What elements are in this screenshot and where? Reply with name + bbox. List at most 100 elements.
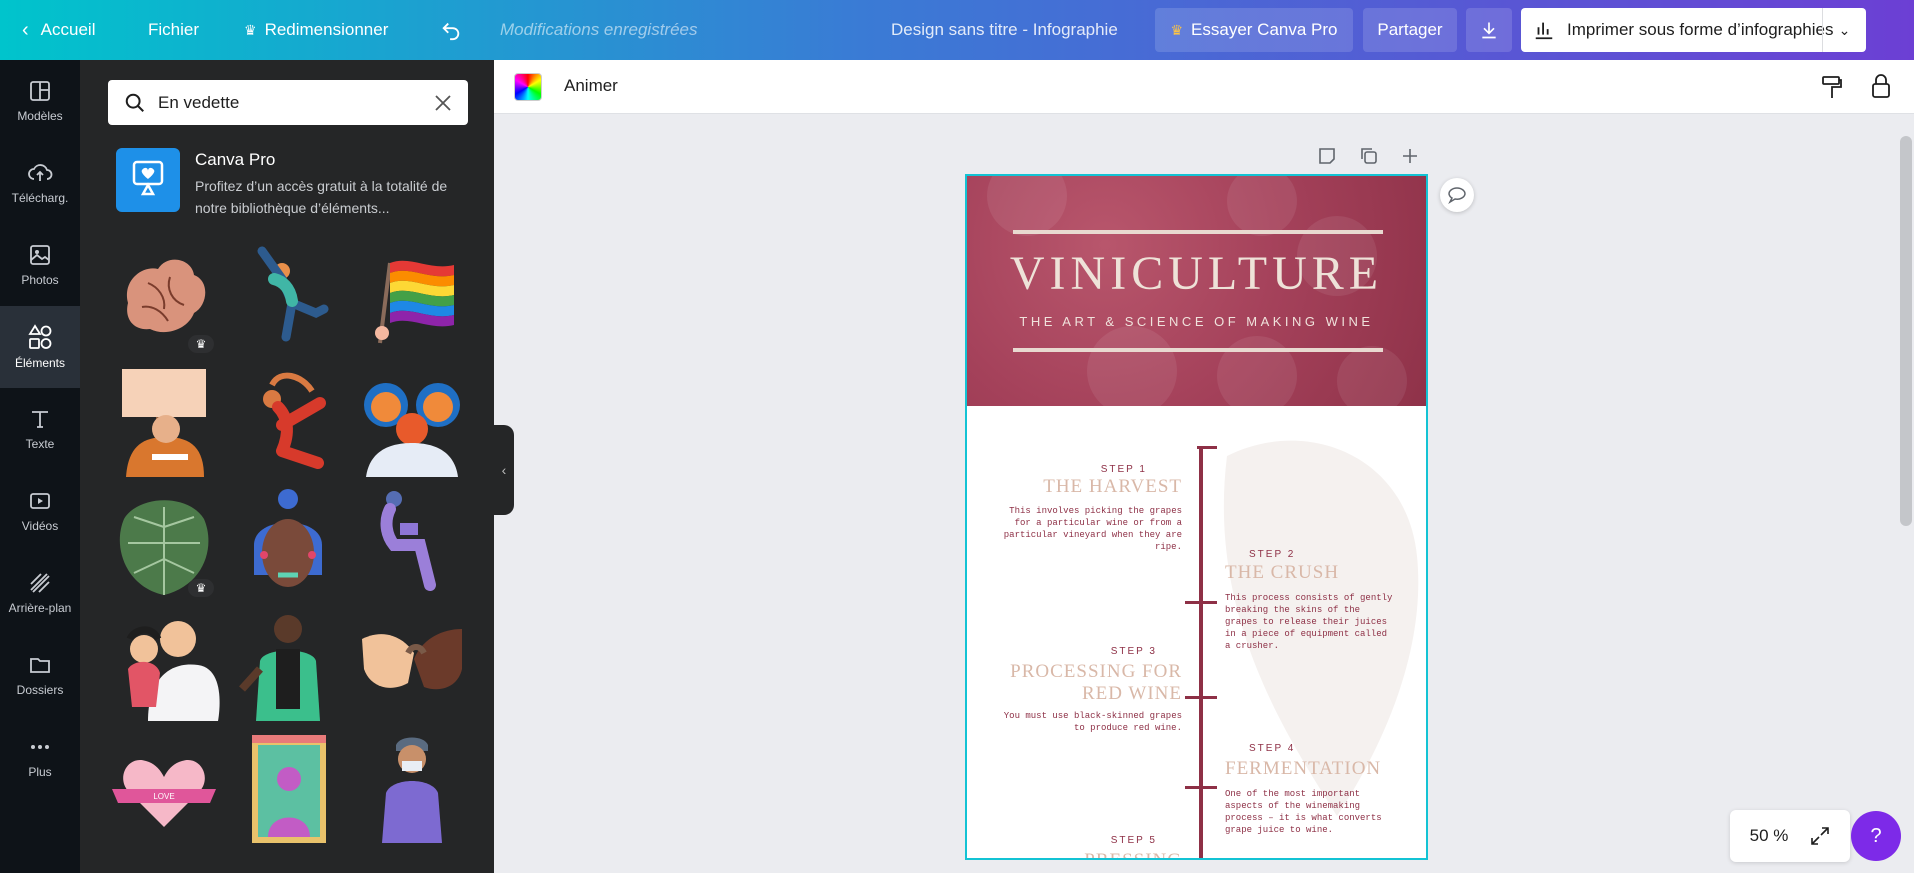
rail-item-more[interactable]: Plus bbox=[0, 716, 80, 798]
rail-item-templates[interactable]: Modèles bbox=[0, 60, 80, 142]
step-label[interactable]: STEP 5 bbox=[1007, 835, 1157, 846]
grape-decoration bbox=[987, 176, 1067, 236]
search-input[interactable]: En vedette bbox=[108, 80, 468, 125]
step-title[interactable]: THE CRUSH bbox=[1225, 562, 1339, 584]
rail-item-uploads[interactable]: Télécharg. bbox=[0, 142, 80, 224]
element-thumbnail[interactable] bbox=[356, 243, 468, 355]
canva-pro-promo[interactable]: Canva Pro Profitez d’un accès gratuit à … bbox=[116, 148, 466, 228]
element-thumbnail[interactable]: LOVE bbox=[108, 731, 220, 843]
rail-label: Télécharg. bbox=[11, 191, 69, 205]
step-description[interactable]: One of the most important aspects of the… bbox=[1225, 788, 1395, 836]
search-icon bbox=[125, 93, 144, 112]
element-thumbnail[interactable] bbox=[356, 365, 468, 477]
top-bar: ‹ Accueil Fichier ♛ Redimensionner Modif… bbox=[0, 0, 1914, 60]
man-green-jacket-illustration bbox=[239, 615, 320, 721]
text-icon bbox=[32, 411, 48, 428]
resize-button[interactable]: ♛ Redimensionner bbox=[244, 0, 388, 60]
elements-icon bbox=[28, 324, 52, 349]
canvas-scrollbar[interactable] bbox=[1900, 136, 1912, 526]
step-title[interactable]: PRESSING bbox=[987, 850, 1182, 858]
rail-item-text[interactable]: Texte bbox=[0, 388, 80, 470]
step-description[interactable]: This involves picking the grapes for a p… bbox=[997, 505, 1182, 553]
zoom-control[interactable]: 50 % bbox=[1730, 810, 1850, 862]
canvas-horizontal-scrollbar[interactable] bbox=[494, 862, 1900, 873]
try-pro-button[interactable]: ♛ Essayer Canva Pro bbox=[1155, 8, 1353, 52]
help-button[interactable]: ? bbox=[1851, 811, 1901, 861]
chevron-left-icon: ‹ bbox=[22, 18, 29, 41]
step-label[interactable]: STEP 4 bbox=[1249, 743, 1295, 754]
pinky-promise-illustration bbox=[362, 629, 462, 690]
sitting-person-illustration bbox=[380, 491, 436, 591]
photos-icon bbox=[30, 245, 50, 265]
step-label[interactable]: STEP 2 bbox=[1249, 549, 1295, 560]
step-title[interactable]: FERMENTATION bbox=[1225, 758, 1381, 780]
element-thumbnail[interactable] bbox=[108, 365, 220, 477]
color-picker-button[interactable] bbox=[514, 73, 542, 101]
add-page-icon[interactable] bbox=[1396, 142, 1424, 170]
element-thumbnail[interactable] bbox=[356, 731, 468, 843]
print-label: Imprimer sous forme d’infographies bbox=[1567, 20, 1834, 39]
share-button[interactable]: Partager bbox=[1363, 8, 1457, 52]
print-infographic-button[interactable]: Imprimer sous forme d’infographies ⌄ bbox=[1521, 8, 1866, 52]
step-title[interactable]: PROCESSING FOR RED WINE bbox=[1007, 661, 1182, 705]
rail-item-photos[interactable]: Photos bbox=[0, 224, 80, 306]
collapse-panel-button[interactable]: ‹ bbox=[494, 425, 514, 515]
crown-icon: ♛ bbox=[1170, 21, 1184, 38]
lock-icon[interactable] bbox=[1870, 73, 1892, 99]
templates-icon bbox=[30, 81, 50, 101]
download-button[interactable] bbox=[1466, 8, 1512, 52]
element-thumbnail[interactable] bbox=[232, 365, 344, 477]
animate-button[interactable]: Animer bbox=[564, 76, 618, 96]
file-menu[interactable]: Fichier bbox=[148, 0, 199, 60]
step-description[interactable]: You must use black-skinned grapes to pro… bbox=[997, 710, 1182, 734]
element-thumbnail[interactable] bbox=[232, 731, 344, 843]
step-title[interactable]: THE HARVEST bbox=[987, 476, 1182, 498]
undo-icon bbox=[442, 22, 460, 41]
element-thumbnail[interactable] bbox=[232, 487, 344, 599]
infographic-header: VINICULTURE THE ART & SCIENCE OF MAKING … bbox=[967, 176, 1426, 416]
father-child-illustration bbox=[126, 621, 220, 721]
infographic-title[interactable]: VINICULTURE bbox=[967, 246, 1426, 301]
add-comment-button[interactable] bbox=[1440, 178, 1474, 212]
document-title[interactable]: Design sans titre - Infographie bbox=[891, 0, 1118, 60]
canva-pro-logo bbox=[116, 148, 180, 212]
family-illustration bbox=[364, 383, 460, 477]
more-icon bbox=[31, 745, 49, 749]
step-label[interactable]: STEP 1 bbox=[1007, 464, 1147, 475]
grape-decoration bbox=[1337, 346, 1407, 416]
rail-item-elements[interactable]: Éléments bbox=[0, 306, 80, 388]
element-thumbnail[interactable] bbox=[108, 609, 220, 721]
add-note-icon[interactable] bbox=[1313, 142, 1341, 170]
home-button[interactable]: ‹ Accueil bbox=[22, 0, 95, 60]
element-thumbnail[interactable]: ♛ bbox=[108, 243, 220, 355]
infographic-subtitle[interactable]: THE ART & SCIENCE OF MAKING WINE bbox=[967, 314, 1426, 329]
pro-description: Profitez d’un accès gratuit à la totalit… bbox=[195, 178, 448, 216]
svg-text:LOVE: LOVE bbox=[153, 792, 174, 801]
close-icon[interactable] bbox=[434, 94, 452, 112]
timeline-tick bbox=[1185, 786, 1217, 789]
element-thumbnail[interactable] bbox=[232, 609, 344, 721]
try-pro-label: Essayer Canva Pro bbox=[1191, 20, 1338, 39]
step-label[interactable]: STEP 3 bbox=[1007, 646, 1157, 657]
duplicate-page-icon[interactable] bbox=[1355, 142, 1383, 170]
rail-item-videos[interactable]: Vidéos bbox=[0, 470, 80, 552]
rail-item-background[interactable]: Arrière-plan bbox=[0, 552, 80, 634]
design-page[interactable]: VINICULTURE THE ART & SCIENCE OF MAKING … bbox=[965, 174, 1428, 860]
chevron-down-icon[interactable]: ⌄ bbox=[1822, 8, 1866, 52]
fullscreen-icon[interactable] bbox=[1810, 826, 1830, 846]
paint-roller-icon[interactable] bbox=[1820, 74, 1844, 100]
element-thumbnail[interactable]: ♛ bbox=[108, 487, 220, 599]
folder-icon bbox=[30, 658, 50, 673]
comment-icon bbox=[1448, 187, 1466, 204]
rail-item-folders[interactable]: Dossiers bbox=[0, 634, 80, 716]
rail-label: Vidéos bbox=[21, 519, 59, 533]
element-thumbnail[interactable] bbox=[356, 609, 468, 721]
element-thumbnail[interactable] bbox=[232, 243, 344, 355]
timeline-tick bbox=[1197, 446, 1217, 449]
undo-button[interactable] bbox=[440, 0, 462, 60]
step-description[interactable]: This process consists of gently breaking… bbox=[1225, 592, 1395, 652]
element-thumbnail[interactable] bbox=[356, 487, 468, 599]
rainbow-flag-illustration bbox=[375, 260, 454, 344]
protest-sign-illustration bbox=[122, 369, 206, 477]
chevron-left-icon: ‹ bbox=[501, 462, 507, 478]
